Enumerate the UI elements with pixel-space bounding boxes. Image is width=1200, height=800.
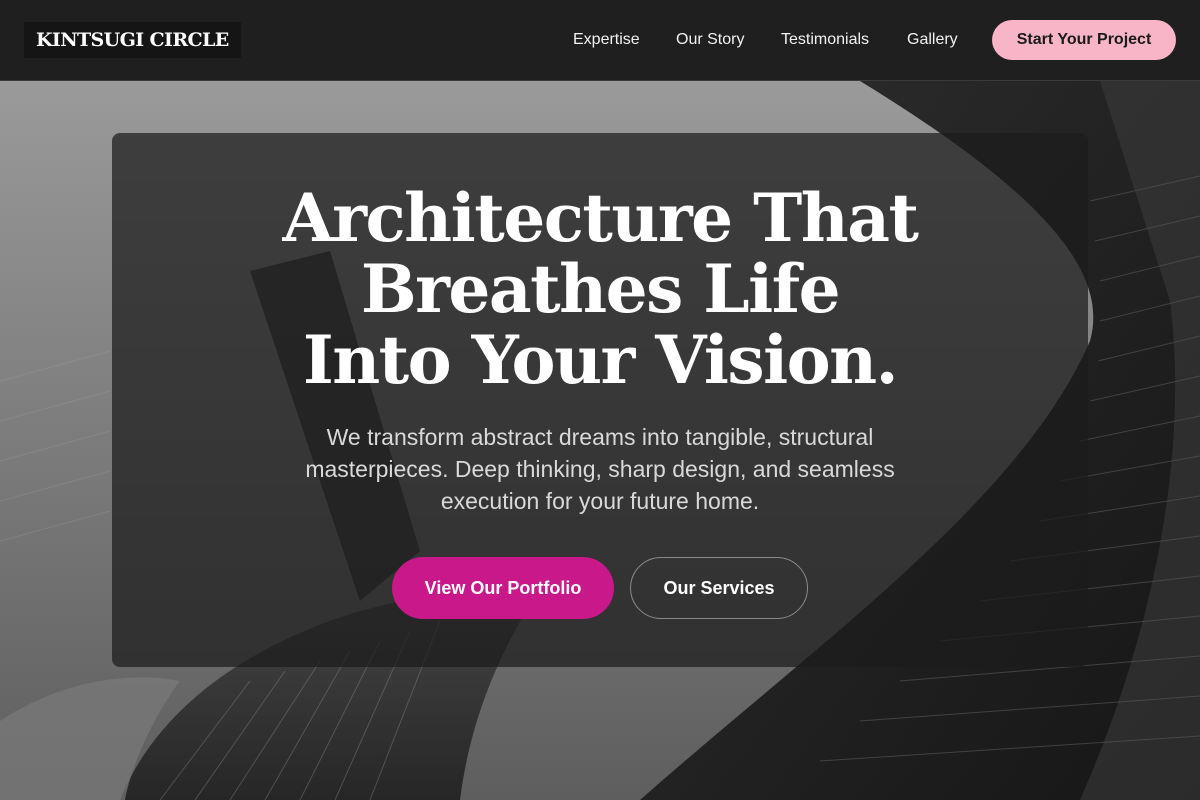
site-logo[interactable]: KINTSUGI CIRCLE xyxy=(24,22,241,58)
nav-link-testimonials[interactable]: Testimonials xyxy=(781,30,869,50)
site-header: KINTSUGI CIRCLE Expertise Our Story Test… xyxy=(0,0,1200,81)
hero-title-line: Breathes Life xyxy=(360,250,841,328)
hero-title-line: Into Your Vision. xyxy=(302,321,899,399)
nav-link-expertise[interactable]: Expertise xyxy=(573,30,640,50)
our-services-button[interactable]: Our Services xyxy=(630,557,808,619)
hero-title: Architecture That Breathes Life Into You… xyxy=(112,183,1088,396)
nav-link-our-story[interactable]: Our Story xyxy=(676,30,744,50)
hero-card: Architecture That Breathes Life Into You… xyxy=(112,133,1088,667)
start-project-button[interactable]: Start Your Project xyxy=(992,20,1176,60)
nav-link-gallery[interactable]: Gallery xyxy=(907,30,958,50)
hero-title-line: Architecture That xyxy=(282,179,919,257)
view-portfolio-button[interactable]: View Our Portfolio xyxy=(392,557,614,619)
hero-subtitle: We transform abstract dreams into tangib… xyxy=(305,424,895,514)
